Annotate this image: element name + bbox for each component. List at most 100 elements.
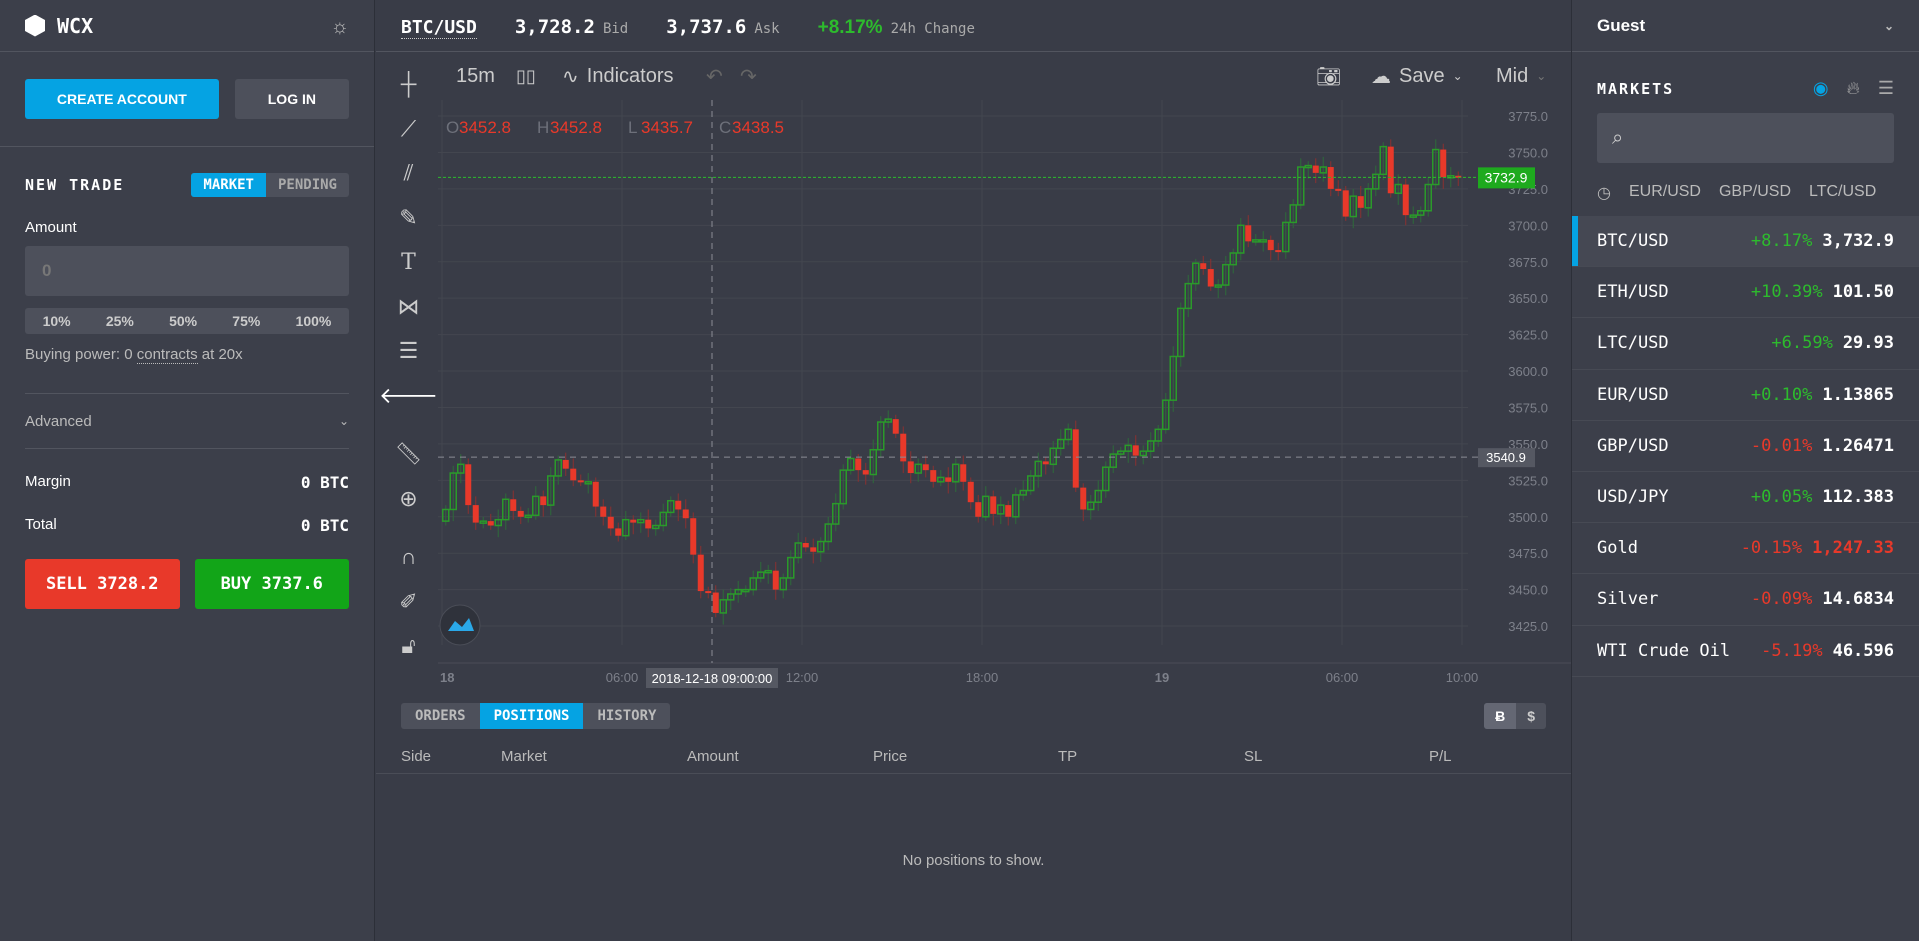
positions-table-header: Side Market Amount Price TP SL P/L P/L % <box>376 740 1637 782</box>
candlestick-chart[interactable]: 3775.03750.03725.03700.03675.03650.03625… <box>438 100 1571 690</box>
tab-history[interactable]: HISTORY <box>583 703 670 729</box>
percent-75[interactable]: 75% <box>232 313 260 329</box>
market-row[interactable]: BTC/USD +8.17% 3,732.9 <box>1572 216 1919 268</box>
crosshair-icon[interactable]: ┼ <box>401 62 417 107</box>
brush-icon[interactable]: ✎ <box>399 196 417 241</box>
tab-orders[interactable]: ORDERS <box>401 703 480 729</box>
bottom-tabs: ORDERS POSITIONS HISTORY <box>401 703 671 729</box>
market-row[interactable]: Silver -0.09% 14.6834 <box>1572 574 1919 626</box>
market-row[interactable]: ETH/USD +10.39% 101.50 <box>1572 267 1919 319</box>
lock-drawing-icon[interactable]: ✐ <box>399 580 417 625</box>
price-type-select[interactable]: Mid ⌄ <box>1496 65 1546 88</box>
ask-label: Ask <box>754 21 780 37</box>
market-price: 1.13865 <box>1822 384 1894 405</box>
candle-down <box>975 502 982 517</box>
log-in-button[interactable]: LOG IN <box>234 79 349 119</box>
measure-lines-icon[interactable]: ☰ <box>399 329 419 374</box>
tradingview-logo-icon <box>439 604 481 646</box>
recent-markets: ◷ EUR/USD GBP/USD LTC/USD <box>1572 183 1919 203</box>
market-row[interactable]: Gold -0.15% 1,247.33 <box>1572 523 1919 575</box>
market-row[interactable]: LTC/USD +6.59% 29.93 <box>1572 318 1919 370</box>
col-market[interactable]: Market <box>501 748 547 765</box>
back-arrow-icon[interactable]: 🡐 <box>379 374 438 419</box>
text-icon[interactable]: T <box>401 240 416 285</box>
empty-positions-message: No positions to show. <box>902 852 1045 869</box>
redo-icon[interactable]: ↷ <box>740 64 757 89</box>
advanced-toggle[interactable]: Advanced ⌄ <box>25 393 349 449</box>
candle-type-icon[interactable]: ▯▯ <box>516 66 536 87</box>
candle-down <box>1207 269 1214 287</box>
market-name: ETH/USD <box>1597 282 1669 303</box>
trend-line-icon[interactable]: ⟋ <box>401 107 416 152</box>
pair-selector[interactable]: BTC/USD <box>401 17 477 39</box>
brand-name: WCX <box>57 13 94 38</box>
percent-100[interactable]: 100% <box>296 313 332 329</box>
ruler-icon[interactable]: 📏︎ <box>395 432 423 477</box>
chart-toolbar: 15m ▯▯ ∿ Indicators ↶ ↷ 📷︎ ☁ Save ⌄ Mid ⌄ <box>376 52 1571 100</box>
ohlc-key: C <box>719 118 731 137</box>
candle-down <box>855 458 862 471</box>
col-price[interactable]: Price <box>873 748 907 765</box>
market-row[interactable]: EUR/USD +0.10% 1.13865 <box>1572 370 1919 421</box>
pitchfork-icon[interactable]: ⫽ <box>404 151 414 196</box>
x-tick-label: 06:00 <box>1326 670 1359 685</box>
indicator-wave-icon: ∿ <box>562 65 579 88</box>
percent-50[interactable]: 50% <box>169 313 197 329</box>
crosshair-time-label: 2018-12-18 09:00:00 <box>652 671 773 686</box>
market-row[interactable]: WTI Crude Oil -5.19% 46.596 <box>1572 626 1919 677</box>
recent-market[interactable]: LTC/USD <box>1809 183 1876 203</box>
save-label: Save <box>1399 64 1445 87</box>
sell-button[interactable]: SELL 3728.2 <box>25 559 180 609</box>
contracts-link[interactable]: contracts <box>136 346 198 364</box>
sun-icon[interactable]: ☼ <box>331 16 349 39</box>
mode-market-tab[interactable]: MARKET <box>191 173 266 197</box>
cloud-icon: ☁ <box>1371 65 1391 88</box>
recent-market[interactable]: GBP/USD <box>1719 183 1791 203</box>
col-pl[interactable]: P/L <box>1429 748 1452 765</box>
currency-usd-button[interactable]: $ <box>1516 703 1546 729</box>
candle-down <box>577 480 584 483</box>
market-price: 29.93 <box>1842 333 1894 354</box>
mode-pending-tab[interactable]: PENDING <box>266 173 349 197</box>
interval-button[interactable]: 15m <box>456 65 495 88</box>
pattern-icon[interactable]: ⋈ <box>398 285 420 330</box>
market-change: +8.17% <box>1750 231 1813 252</box>
buy-button[interactable]: BUY 3737.6 <box>194 559 349 609</box>
undo-icon[interactable]: ↶ <box>706 64 723 89</box>
candle-down <box>675 500 682 510</box>
percent-10[interactable]: 10% <box>43 313 71 329</box>
market-search-input[interactable]: ⌕ <box>1597 113 1894 163</box>
unlock-icon[interactable]: 🔓︎ <box>401 624 415 669</box>
col-sl[interactable]: SL <box>1244 748 1262 765</box>
col-tp[interactable]: TP <box>1058 748 1077 765</box>
candle-down <box>802 542 809 548</box>
market-row[interactable]: USD/JPY +0.05% 112.383 <box>1572 472 1919 524</box>
chevron-down-icon: ⌄ <box>1536 69 1547 83</box>
camera-icon[interactable]: 📷︎ <box>1316 64 1341 89</box>
create-account-button[interactable]: CREATE ACCOUNT <box>25 79 219 119</box>
col-amount[interactable]: Amount <box>687 748 739 765</box>
total-label: Total <box>25 516 57 533</box>
col-side[interactable]: Side <box>401 748 431 765</box>
candle-down <box>472 505 479 523</box>
magnet-icon[interactable]: ∩ <box>401 535 417 580</box>
market-row[interactable]: GBP/USD -0.01% 1.26471 <box>1572 421 1919 472</box>
currency-btc-button[interactable]: Ƀ <box>1484 703 1517 729</box>
recent-market[interactable]: EUR/USD <box>1629 183 1701 203</box>
zoom-in-icon[interactable]: ⊕ <box>399 477 417 522</box>
fire-icon[interactable]: 🔥︎ <box>1847 78 1860 99</box>
candle-down <box>1335 188 1342 191</box>
tab-positions[interactable]: POSITIONS <box>479 703 584 729</box>
logo[interactable]: WCX <box>0 14 93 38</box>
new-trade-title: NEW TRADE <box>25 176 125 194</box>
account-menu[interactable]: Guest ⌄ <box>1572 0 1919 52</box>
market-change: -0.01% <box>1750 435 1813 456</box>
menu-icon[interactable]: ☰ <box>1878 78 1894 99</box>
y-tick-label: 3775.0 <box>1508 109 1548 124</box>
save-button[interactable]: ☁ Save ⌄ <box>1371 64 1463 89</box>
eye-icon[interactable]: ◉ <box>1813 78 1829 99</box>
percent-25[interactable]: 25% <box>106 313 134 329</box>
y-tick-label: 3650.0 <box>1508 291 1548 306</box>
amount-input[interactable]: 0 <box>25 246 349 296</box>
indicators-button[interactable]: ∿ Indicators <box>562 64 673 89</box>
